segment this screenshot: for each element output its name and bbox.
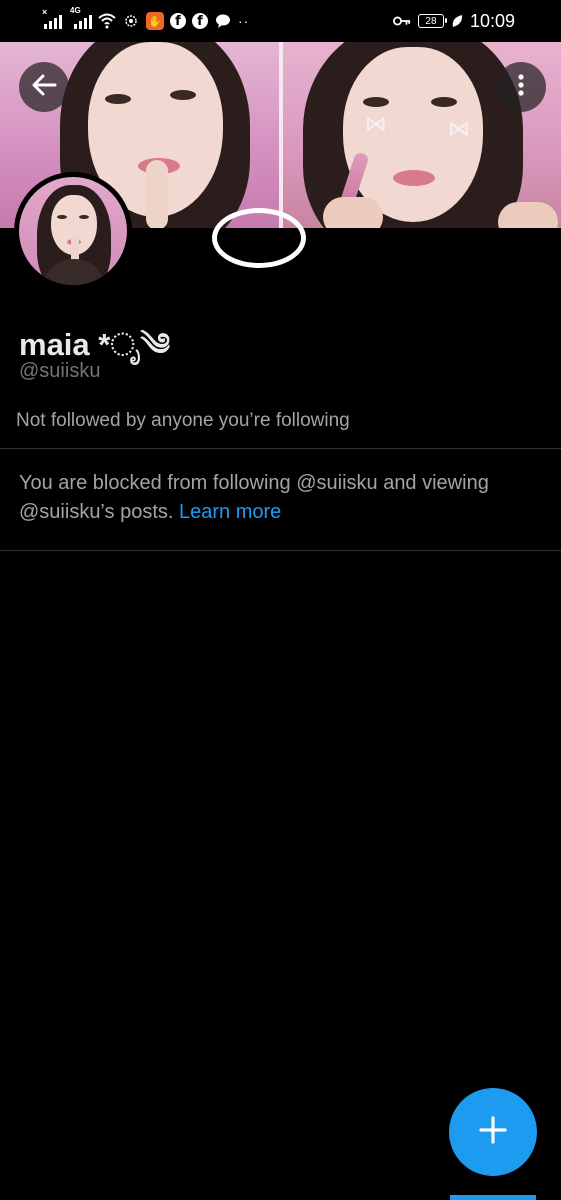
plus-icon <box>478 1115 508 1150</box>
signal-no-sim-icon: × <box>42 7 62 29</box>
status-bar: × 4G ✋ f f ·· 28 10:09 <box>0 0 561 42</box>
divider <box>0 448 561 449</box>
bottom-edge-element <box>450 1195 536 1200</box>
battery-icon: 28 <box>417 14 447 28</box>
vpn-key-icon <box>392 12 411 30</box>
followers-you-know-text[interactable]: Not followed by anyone you’re following <box>16 410 350 432</box>
app-notification-icon: ✋ <box>146 12 164 30</box>
banner-overlay-shape <box>212 208 306 268</box>
clock: 10:09 <box>469 10 515 31</box>
chat-bubble-icon <box>214 12 232 30</box>
avatar-photo <box>19 177 127 285</box>
facebook-icon: f <box>192 13 208 29</box>
more-options-button[interactable] <box>496 62 546 112</box>
signal-4g-icon: 4G <box>70 6 92 29</box>
profile-screen: × 4G ✋ f f ·· 28 10:09 ⋈ ⋈ maia *ೃ༄ @sui… <box>0 0 561 1200</box>
more-dots-icon: ·· <box>238 13 250 29</box>
avatar[interactable] <box>14 172 132 290</box>
profile-handle: @suiisku <box>19 360 101 382</box>
settings-gear-icon <box>122 12 140 30</box>
compose-post-button[interactable] <box>449 1088 537 1176</box>
profile-display-name: maia *ೃ༄ <box>19 327 171 362</box>
wifi-icon <box>98 12 116 30</box>
battery-level: 28 <box>425 15 437 27</box>
blocked-notice: You are blocked from following @suiisku … <box>19 469 529 527</box>
status-bar-right: 28 10:09 <box>392 10 515 32</box>
back-button[interactable] <box>19 62 69 112</box>
status-bar-left: × 4G ✋ f f ·· <box>42 6 250 32</box>
facebook-icon: f <box>170 13 186 29</box>
learn-more-link[interactable]: Learn more <box>179 501 281 523</box>
battery-saver-leaf-icon <box>451 12 463 30</box>
vertical-dots-icon <box>517 73 525 102</box>
arrow-left-icon <box>30 71 58 104</box>
divider <box>0 550 561 551</box>
